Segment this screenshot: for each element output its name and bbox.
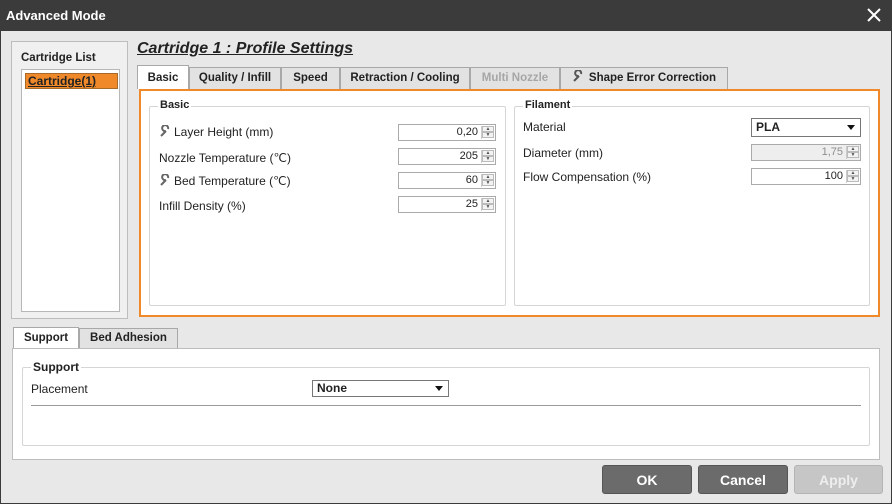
tab-shape-error-correction[interactable]: Shape Error Correction (560, 67, 728, 89)
support-tabs: Support Bed Adhesion (13, 327, 183, 350)
spin-down-icon[interactable]: ▼ (482, 132, 494, 138)
diameter-input[interactable]: 1,75 ▲ ▼ (751, 144, 861, 161)
input-value: 60 (465, 174, 478, 186)
cartridge-list: Cartridge(1) (21, 69, 120, 312)
tab-label: Shape Error Correction (588, 72, 717, 84)
support-tab-content: Support Placement None (12, 348, 880, 460)
group-title: Filament (523, 99, 573, 111)
tab-multi-nozzle[interactable]: Multi Nozzle (470, 67, 560, 89)
flow-compensation-label: Flow Compensation (%) (523, 170, 652, 184)
material-label: Material (523, 120, 566, 134)
spin-down-icon[interactable]: ▼ (482, 204, 494, 210)
filament-group: Filament Material PLA Diameter (mm) 1,75… (514, 99, 870, 306)
placement-select[interactable]: None (312, 380, 449, 397)
wrench-icon (160, 173, 170, 186)
select-value: PLA (756, 120, 780, 134)
cartridge-list-panel: Cartridge List Cartridge(1) (11, 41, 128, 319)
group-title: Support (31, 360, 81, 374)
profile-tabs: Basic Quality / Infill Speed Retraction … (137, 65, 737, 89)
wrench-icon (160, 124, 170, 137)
diameter-label: Diameter (mm) (523, 146, 603, 160)
bed-temperature-input[interactable]: 60 ▲ ▼ (398, 172, 496, 189)
tab-bed-adhesion[interactable]: Bed Adhesion (79, 328, 178, 348)
tab-basic[interactable]: Basic (137, 65, 189, 89)
input-value: 205 (459, 150, 478, 162)
placement-label: Placement (31, 382, 88, 396)
layer-height-input[interactable]: 0,20 ▲ ▼ (398, 124, 496, 141)
apply-button[interactable]: Apply (794, 465, 883, 494)
tab-retraction-cooling[interactable]: Retraction / Cooling (340, 67, 470, 89)
chevron-down-icon (435, 386, 443, 391)
spin-down-icon[interactable]: ▼ (847, 152, 859, 158)
spin-buttons[interactable]: ▲ ▼ (846, 146, 859, 159)
tab-quality-infill[interactable]: Quality / Infill (189, 67, 281, 89)
spin-down-icon[interactable]: ▼ (482, 180, 494, 186)
tab-speed[interactable]: Speed (281, 67, 340, 89)
label-text: Layer Height (mm) (174, 125, 274, 139)
support-group: Support Placement None (22, 360, 870, 446)
material-select[interactable]: PLA (751, 118, 861, 137)
wrench-icon (573, 69, 583, 82)
basic-tab-content: Basic Layer Height (mm) 0,20 ▲ ▼ Nozzle T… (139, 89, 880, 317)
cartridge-list-label: Cartridge List (21, 52, 96, 64)
nozzle-temperature-input[interactable]: 205 ▲ ▼ (398, 148, 496, 165)
spin-down-icon[interactable]: ▼ (847, 176, 859, 182)
input-value: 25 (465, 198, 478, 210)
title-bar: Advanced Mode (0, 0, 892, 31)
window-title: Advanced Mode (6, 8, 106, 23)
cartridge-list-item[interactable]: Cartridge(1) (25, 73, 118, 89)
profile-title: Cartridge 1 : Profile Settings (137, 40, 354, 57)
spin-down-icon[interactable]: ▼ (482, 156, 494, 162)
infill-density-label: Infill Density (%) (159, 199, 246, 213)
spin-buttons[interactable]: ▲ ▼ (846, 170, 859, 183)
tab-support[interactable]: Support (13, 327, 79, 348)
input-value: 1,75 (821, 146, 843, 158)
ok-button[interactable]: OK (602, 465, 692, 494)
spin-buttons[interactable]: ▲ ▼ (481, 174, 494, 187)
dialog-body: Cartridge List Cartridge(1) Cartridge 1 … (0, 31, 892, 504)
select-value: None (317, 381, 347, 395)
cancel-button[interactable]: Cancel (698, 465, 788, 494)
group-title: Basic (158, 99, 192, 111)
spin-buttons[interactable]: ▲ ▼ (481, 198, 494, 211)
layer-height-label: Layer Height (mm) (159, 124, 274, 139)
basic-group: Basic Layer Height (mm) 0,20 ▲ ▼ Nozzle T… (149, 99, 506, 306)
chevron-down-icon (847, 125, 855, 130)
input-value: 100 (824, 170, 843, 182)
flow-compensation-input[interactable]: 100 ▲ ▼ (751, 168, 861, 185)
label-text: Bed Temperature (℃) (174, 174, 291, 188)
close-icon[interactable] (864, 5, 884, 25)
input-value: 0,20 (456, 126, 478, 138)
divider (31, 405, 861, 406)
bed-temperature-label: Bed Temperature (℃) (159, 173, 291, 188)
infill-density-input[interactable]: 25 ▲ ▼ (398, 196, 496, 213)
nozzle-temperature-label: Nozzle Temperature (℃) (159, 151, 291, 165)
spin-buttons[interactable]: ▲ ▼ (481, 150, 494, 163)
spin-buttons[interactable]: ▲ ▼ (481, 126, 494, 139)
